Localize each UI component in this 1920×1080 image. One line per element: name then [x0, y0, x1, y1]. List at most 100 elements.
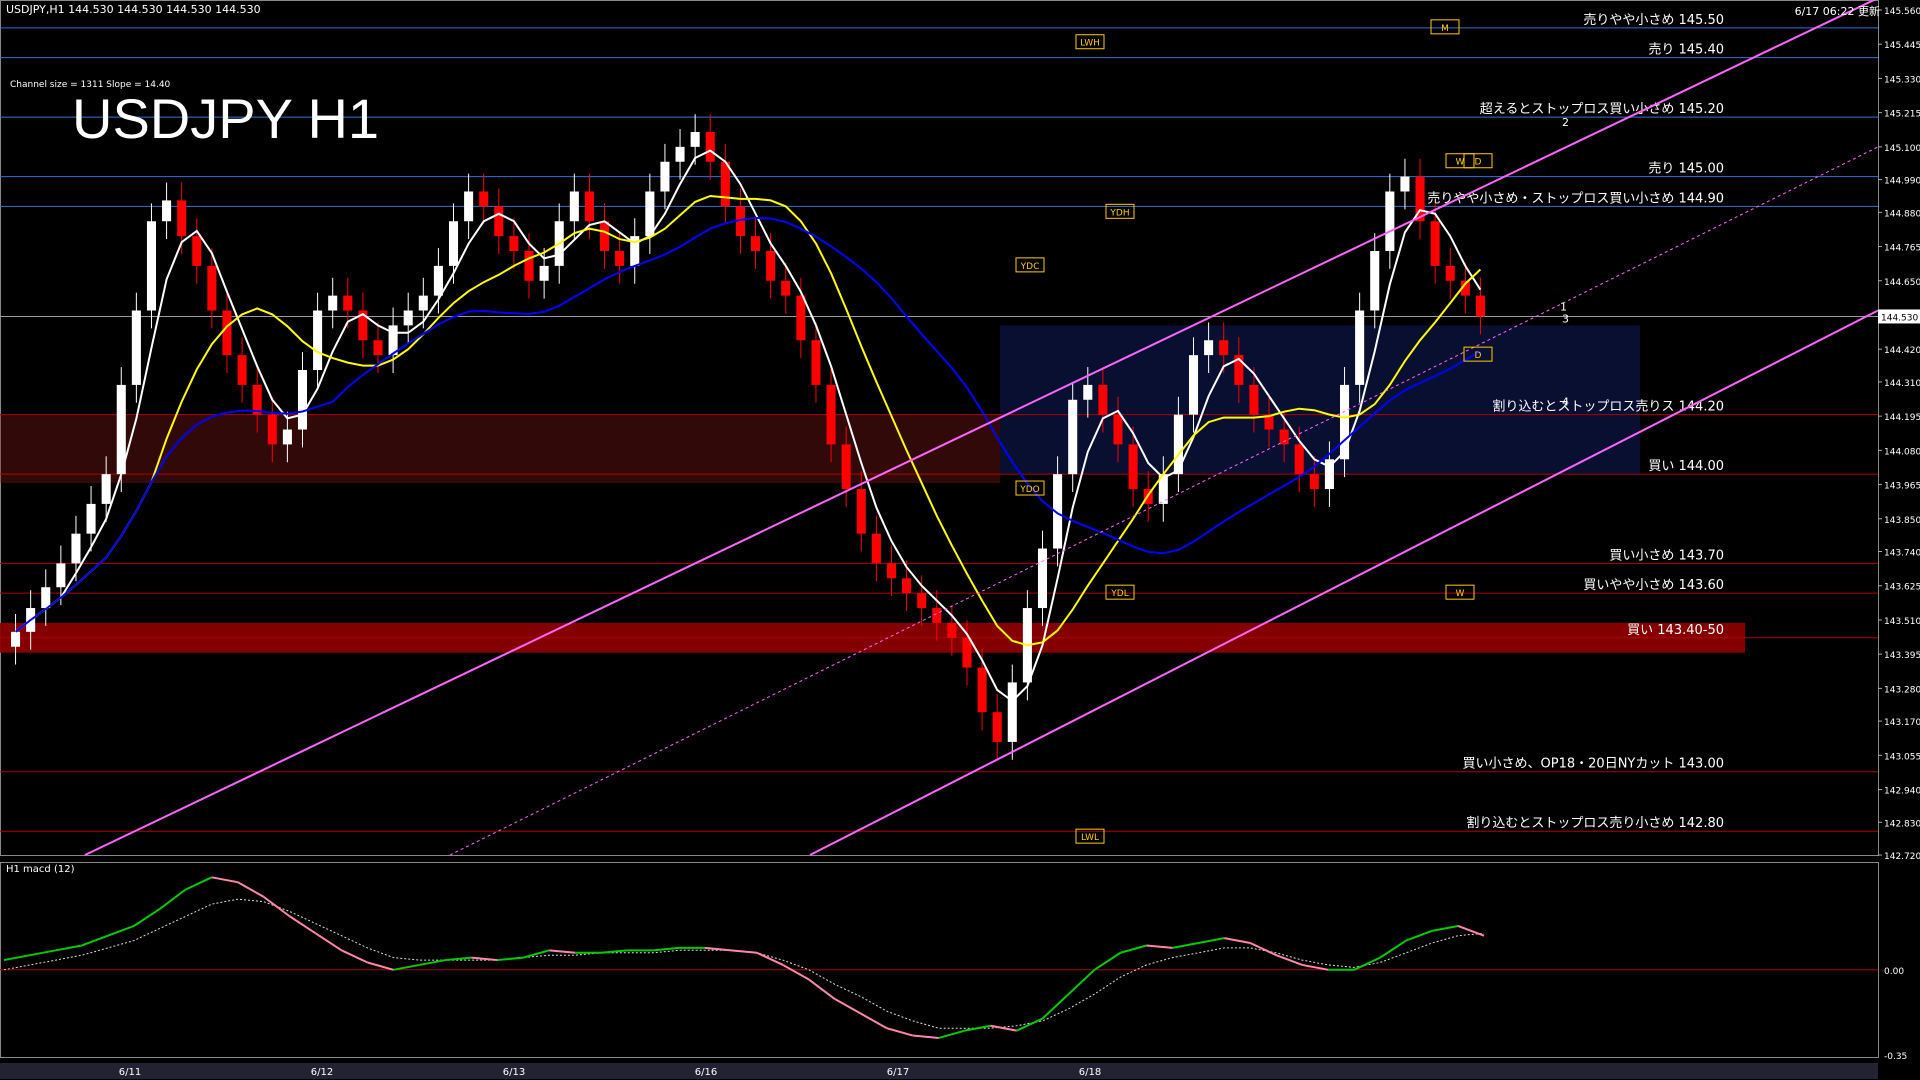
- candle-body: [524, 251, 534, 281]
- candle-body: [509, 236, 519, 252]
- candle-body: [41, 587, 51, 609]
- level-label: 売りやや小さめ 145.50: [1583, 12, 1724, 28]
- y-tick-label: 143.055: [1884, 752, 1920, 762]
- y-tick-label: 144.650: [1884, 278, 1920, 288]
- y-tick-label: 143.965: [1884, 482, 1920, 492]
- level-label: 買い小さめ 143.70: [1609, 548, 1724, 563]
- macd-line-segment: [107, 925, 135, 937]
- level-tag-label: LWH: [1080, 39, 1100, 49]
- candle-body: [660, 161, 670, 192]
- level-tag-label: M: [1441, 24, 1449, 34]
- macd-line-segment: [159, 888, 187, 910]
- candle-body: [1430, 221, 1440, 266]
- wave-label: 4: [1562, 396, 1569, 409]
- candle-body: [977, 667, 987, 713]
- candle-body: [886, 563, 896, 579]
- y-tick-label: 142.720: [1884, 852, 1920, 862]
- candle-body: [1445, 265, 1455, 281]
- candle-body: [1340, 384, 1350, 460]
- macd-line-segment: [211, 876, 238, 884]
- y-tick-label: 144.420: [1884, 346, 1920, 356]
- candle-body: [781, 280, 791, 296]
- candle-body: [584, 191, 594, 222]
- y-tick-label: 145.100: [1884, 144, 1920, 154]
- macd-signal-line: [3, 898, 1485, 1029]
- macd-line-segment: [341, 949, 368, 964]
- candle-body: [841, 444, 851, 490]
- candle-body: [796, 295, 806, 341]
- candle-body: [479, 191, 489, 207]
- macd-line-segment: [1146, 944, 1173, 949]
- macd-line-segment: [289, 915, 317, 935]
- candle-body: [343, 295, 353, 311]
- candle-body: [962, 637, 972, 668]
- macd-line-segment: [1379, 939, 1407, 959]
- candle-body: [826, 384, 836, 445]
- macd-line-segment: [834, 998, 862, 1015]
- macd-line-segment: [445, 956, 472, 962]
- candle-body: [1204, 340, 1214, 356]
- candle-body: [207, 265, 217, 311]
- macd-y-tick-label: -0.35: [1884, 1052, 1907, 1062]
- macd-title: H1 macd (12): [6, 864, 75, 875]
- candle-body: [313, 310, 323, 371]
- y-tick-label: 143.740: [1884, 549, 1920, 559]
- candle-body: [403, 310, 413, 326]
- candle-body: [1219, 340, 1229, 356]
- macd-line-segment: [912, 1034, 939, 1039]
- macd-line-segment: [782, 964, 810, 981]
- candle-body: [1279, 429, 1289, 445]
- level-tag-label: W: [1456, 589, 1465, 599]
- candle-body: [494, 206, 504, 237]
- level-label: 買い小さめ、OP18・20日NYカット 143.00: [1463, 757, 1724, 772]
- macd-line-segment: [1353, 956, 1381, 971]
- candle-body: [1249, 384, 1259, 415]
- macd-line-segment: [1249, 942, 1277, 957]
- wave-label: 2: [1562, 116, 1569, 129]
- candle-body: [1400, 176, 1410, 192]
- candle-body: [600, 221, 610, 252]
- level-label: 割り込むとストップロス売り小さめ 142.80: [1466, 815, 1724, 831]
- level-tag-label: YDC: [1020, 262, 1040, 272]
- candle-body: [811, 340, 821, 385]
- candle-body: [448, 221, 459, 266]
- candle-body: [1128, 444, 1138, 490]
- candle-body: [237, 355, 247, 385]
- macd-line-segment: [133, 908, 161, 927]
- candle-body: [932, 608, 942, 623]
- candle-body: [1068, 399, 1078, 475]
- macd-line-segment: [938, 1029, 965, 1039]
- candle-body: [992, 712, 1002, 742]
- current-price-label: 144.530: [1881, 313, 1918, 323]
- level-tag-label: D: [1475, 158, 1482, 168]
- candle-body: [856, 489, 866, 534]
- candle-body: [162, 200, 172, 222]
- candle-body: [222, 310, 232, 356]
- macd-line-segment: [860, 1012, 888, 1030]
- y-tick-label: 145.560: [1884, 7, 1920, 17]
- y-tick-label: 144.195: [1884, 413, 1920, 423]
- macd-line-segment: [730, 949, 758, 954]
- level-tag-label: W: [1456, 158, 1465, 168]
- y-tick-label: 145.330: [1884, 75, 1920, 85]
- macd-line-segment: [1198, 937, 1225, 945]
- candle-body: [146, 221, 156, 311]
- candle-body: [902, 578, 912, 594]
- macd-line-segment: [1431, 925, 1459, 932]
- chart-canvas[interactable]: 売りやや小さめ 145.50 売り 145.40 超えるとストップロス買い小さめ 1…: [0, 0, 1920, 1080]
- macd-line-segment: [497, 956, 524, 962]
- macd-line-segment: [263, 895, 291, 918]
- wave-label: 3: [1562, 312, 1569, 325]
- level-tag-label: YDL: [1110, 589, 1128, 599]
- candle-body: [464, 191, 474, 222]
- candle-body: [267, 414, 277, 445]
- macd-line-segment: [419, 959, 446, 966]
- candle-body: [131, 310, 141, 385]
- y-tick-label: 145.215: [1884, 110, 1920, 120]
- candle-body: [282, 429, 292, 445]
- candle-body: [751, 236, 761, 252]
- candle-body: [569, 191, 579, 222]
- candle-body: [418, 295, 428, 311]
- macd-line-segment: [1275, 954, 1303, 966]
- date-strip: [0, 1063, 1878, 1079]
